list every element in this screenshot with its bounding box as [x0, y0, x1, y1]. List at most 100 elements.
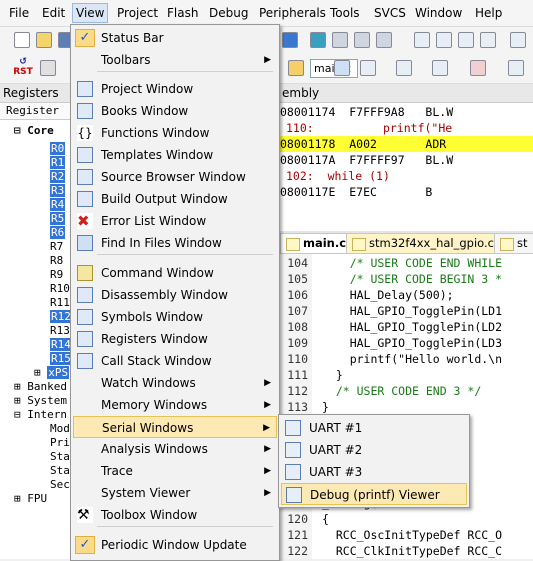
- view-menu-item-status-bar[interactable]: ✓ Status Bar: [73, 27, 277, 49]
- view-menu-item-source-browser-window[interactable]: Source Browser Window: [73, 166, 277, 188]
- bookmark-next-icon[interactable]: [354, 32, 370, 48]
- indent-icon[interactable]: [414, 32, 430, 48]
- view-menu-item-find-in-files-window[interactable]: Find In Files Window: [73, 232, 277, 254]
- view-menu-item-call-stack-window[interactable]: Call Stack Window: [73, 350, 277, 372]
- view-menu-item-build-output-window[interactable]: Build Output Window: [73, 188, 277, 210]
- view-menu-item-error-list-window[interactable]: ✖ Error List Window: [73, 210, 277, 232]
- view-menu-item-templates-window[interactable]: Templates Window: [73, 144, 277, 166]
- menu-flash[interactable]: Flash: [164, 4, 201, 22]
- menu-peripherals[interactable]: Peripherals: [256, 4, 329, 22]
- code-line[interactable]: }: [322, 399, 329, 415]
- system-group[interactable]: ⊞ System: [14, 394, 67, 408]
- register-r11[interactable]: R11: [50, 296, 70, 310]
- comment-icon[interactable]: [458, 32, 474, 48]
- register-r7[interactable]: R7: [50, 240, 63, 254]
- register-r0[interactable]: R0: [50, 142, 66, 156]
- tab-main-c[interactable]: main.c: [280, 233, 354, 253]
- grid-icon[interactable]: [396, 60, 412, 76]
- code-line[interactable]: /* USER CODE END 3 */: [322, 383, 481, 399]
- view-menu-item-analysis-windows[interactable]: Analysis Windows ▶: [73, 438, 277, 460]
- code-line[interactable]: HAL_GPIO_TogglePin(LD3: [322, 335, 502, 351]
- serial-menu-item-uart-2[interactable]: UART #2: [281, 439, 467, 461]
- find-icon[interactable]: [510, 32, 526, 48]
- core-group[interactable]: ⊟ Core: [14, 124, 54, 138]
- tab-hal-gpio[interactable]: stm32f4xx_hal_gpio.c: [346, 233, 501, 253]
- window-layout-icon[interactable]: [360, 60, 376, 76]
- menu-window[interactable]: Window: [412, 4, 465, 22]
- code-line[interactable]: HAL_GPIO_TogglePin(LD2: [322, 319, 502, 335]
- unindent-icon[interactable]: [436, 32, 452, 48]
- nav-forward-icon[interactable]: [282, 32, 298, 48]
- view-menu-item-command-window[interactable]: Command Window: [73, 262, 277, 284]
- view-menu-item-registers-window[interactable]: Registers Window: [73, 328, 277, 350]
- register-r2[interactable]: R2: [50, 170, 66, 184]
- internal-mode[interactable]: Mod: [50, 422, 70, 436]
- view-menu-item-periodic-window-update[interactable]: ✓ Periodic Window Update: [73, 534, 277, 556]
- register-r4[interactable]: R4: [50, 198, 66, 212]
- trace-icon[interactable]: [470, 60, 486, 76]
- code-line[interactable]: RCC_ClkInitTypeDef RCC_C: [322, 543, 502, 559]
- internal-priv[interactable]: Pri: [50, 436, 70, 450]
- menu-file[interactable]: File: [6, 4, 32, 22]
- view-menu-item-toolbars[interactable]: Toolbars ▶: [73, 49, 277, 71]
- menu-tools[interactable]: Tools: [327, 4, 363, 22]
- internal-sec[interactable]: Sec: [50, 478, 70, 492]
- bookmark-prev-icon[interactable]: [332, 32, 348, 48]
- build-target-icon[interactable]: [288, 60, 304, 76]
- register-xpsr[interactable]: ⊞ xPS: [34, 366, 70, 380]
- register-r10[interactable]: R10: [50, 282, 70, 296]
- code-line[interactable]: /* USER CODE BEGIN 3 *: [322, 271, 502, 287]
- register-r12[interactable]: R12: [50, 310, 72, 324]
- target-options-icon[interactable]: [334, 60, 350, 76]
- register-r3[interactable]: R3: [50, 184, 66, 198]
- view-menu-item-symbols-window[interactable]: Symbols Window: [73, 306, 277, 328]
- register-r5[interactable]: R5: [50, 212, 66, 226]
- code-line[interactable]: RCC_OscInitTypeDef RCC_O: [322, 527, 502, 543]
- menu-svcs[interactable]: SVCS: [371, 4, 409, 22]
- menu-project[interactable]: Project: [114, 4, 161, 22]
- view-menu-item-disassembly-window[interactable]: Disassembly Window: [73, 284, 277, 306]
- register-r14[interactable]: R14: [50, 338, 72, 352]
- code-line[interactable]: printf("Hello world.\n: [322, 351, 502, 367]
- code-line[interactable]: HAL_GPIO_TogglePin(LD1: [322, 303, 502, 319]
- code-line[interactable]: }: [322, 367, 343, 383]
- register-r13[interactable]: R13: [50, 324, 70, 338]
- fpu-group[interactable]: ⊞ FPU: [14, 492, 47, 506]
- serial-menu-item-uart-1[interactable]: UART #1: [281, 417, 467, 439]
- view-menu-item-books-window[interactable]: Books Window: [73, 100, 277, 122]
- view-menu-item-toolbox-window[interactable]: ⚒ Toolbox Window: [73, 504, 277, 526]
- menu-debug[interactable]: Debug: [206, 4, 251, 22]
- serial-menu-item-uart-3[interactable]: UART #3: [281, 461, 467, 483]
- register-r9[interactable]: R9: [50, 268, 63, 282]
- internal-group[interactable]: ⊟ Intern: [14, 408, 67, 422]
- tab-st[interactable]: st: [494, 233, 533, 253]
- register-r8[interactable]: R8: [50, 254, 63, 268]
- settings-icon[interactable]: [432, 60, 448, 76]
- bookmark-clear-icon[interactable]: [376, 32, 392, 48]
- new-file-icon[interactable]: [14, 32, 30, 48]
- internal-stack[interactable]: Sta: [50, 450, 70, 464]
- code-line[interactable]: /* USER CODE END WHILE: [322, 255, 502, 271]
- serial-menu-item-debug-printf-viewer[interactable]: Debug (printf) Viewer: [281, 483, 467, 505]
- register-r15[interactable]: R15: [50, 352, 72, 366]
- view-menu-item-system-viewer[interactable]: System Viewer ▶: [73, 482, 277, 504]
- bookmark-icon[interactable]: [310, 32, 326, 48]
- view-menu-item-watch-windows[interactable]: Watch Windows ▶: [73, 372, 277, 394]
- reset-button[interactable]: ↺ RST: [12, 57, 34, 79]
- view-menu-item-project-window[interactable]: Project Window: [73, 78, 277, 100]
- view-menu-item-trace[interactable]: Trace ▶: [73, 460, 277, 482]
- register-r6[interactable]: R6: [50, 226, 66, 240]
- code-line[interactable]: {: [322, 511, 329, 527]
- menu-view[interactable]: View: [72, 3, 109, 23]
- banked-group[interactable]: ⊞ Banked: [14, 380, 67, 394]
- register-r1[interactable]: R1: [50, 156, 66, 170]
- internal-states[interactable]: Sta: [50, 464, 70, 478]
- run-icon[interactable]: [40, 60, 56, 76]
- view-menu-item-memory-windows[interactable]: Memory Windows ▶: [73, 394, 277, 416]
- menu-edit[interactable]: Edit: [39, 4, 68, 22]
- open-folder-icon[interactable]: [36, 32, 52, 48]
- view-icon[interactable]: [508, 60, 524, 76]
- code-line[interactable]: HAL_Delay(500);: [322, 287, 454, 303]
- uncomment-icon[interactable]: [480, 32, 496, 48]
- menu-help[interactable]: Help: [472, 4, 505, 22]
